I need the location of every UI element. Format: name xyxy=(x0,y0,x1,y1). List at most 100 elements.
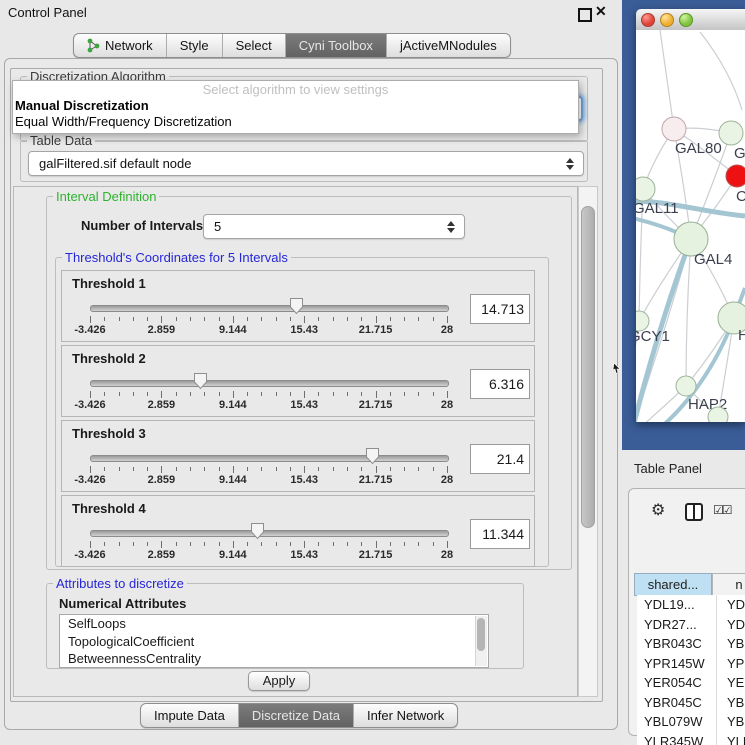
tick-mark xyxy=(361,317,362,321)
table-row[interactable]: YBL079WYBL0 xyxy=(637,712,745,732)
table-row[interactable]: YLR345WYLR3 xyxy=(637,732,745,745)
tab-jactivemnodules-label: jActiveMNodules xyxy=(400,34,497,57)
table-row[interactable]: YER054CYER0 xyxy=(637,673,745,693)
cell-shared-name: YLR345W xyxy=(637,732,719,745)
tick-mark xyxy=(219,317,220,321)
network-node-c[interactable] xyxy=(726,165,745,187)
table-rows[interactable]: YDL19...YDL1YDR27...YDR2YBR043CYBR0YPR14… xyxy=(637,595,745,745)
tick-mark xyxy=(433,392,434,396)
scrollbar-thumb[interactable] xyxy=(581,206,595,528)
vertical-scrollbar[interactable] xyxy=(578,186,598,697)
tab-discretize-data-label: Discretize Data xyxy=(252,704,340,727)
table-row[interactable]: YDL19...YDL1 xyxy=(637,595,745,615)
thresholds-group-title: Threshold's Coordinates for 5 Intervals xyxy=(62,250,291,265)
select-columns-icon[interactable]: ☑☑ xyxy=(713,503,731,517)
tab-cyni-toolbox[interactable]: Cyni Toolbox xyxy=(285,34,386,57)
slider-track[interactable] xyxy=(90,455,449,462)
attribute-list-item[interactable]: BetweennessCentrality xyxy=(60,650,488,668)
tick-label: 15.43 xyxy=(274,324,334,336)
cell-name: YBL0 xyxy=(719,712,745,732)
tab-select[interactable]: Select xyxy=(222,34,285,57)
network-node[interactable] xyxy=(708,407,728,422)
minimize-traffic-light[interactable] xyxy=(660,13,674,27)
table-row[interactable]: YPR145WYPR1 xyxy=(637,654,745,674)
tab-infer-network[interactable]: Infer Network xyxy=(353,704,457,727)
tick-mark xyxy=(161,316,162,323)
table-panel-box: ⚙ ☑☑ shared... n YDL19...YDL1YDR27...YDR… xyxy=(628,488,745,736)
cell-shared-name: YDR27... xyxy=(637,615,719,635)
network-node-gal80[interactable] xyxy=(662,117,686,141)
network-node-ga[interactable] xyxy=(719,121,743,145)
slider-thumb[interactable] xyxy=(289,297,304,315)
tick-mark xyxy=(261,542,262,546)
threshold-value-field[interactable]: 21.4 xyxy=(470,444,530,474)
network-edge[interactable] xyxy=(700,32,742,110)
tab-style[interactable]: Style xyxy=(166,34,222,57)
slider-thumb[interactable] xyxy=(250,522,265,540)
tick-mark xyxy=(261,317,262,321)
tick-mark xyxy=(119,467,120,471)
slider-track[interactable] xyxy=(90,305,449,312)
network-window-titlebar[interactable] xyxy=(636,9,745,31)
tick-mark xyxy=(376,466,377,473)
apply-button[interactable]: Apply xyxy=(248,671,310,691)
tick-mark xyxy=(433,542,434,546)
tab-impute-data[interactable]: Impute Data xyxy=(141,704,238,727)
tick-mark xyxy=(361,542,362,546)
num-intervals-label: Number of Intervals xyxy=(81,218,203,233)
algorithm-option-equal-width[interactable]: Equal Width/Frequency Discretization xyxy=(13,114,578,130)
attribute-list-item[interactable]: TopologicalCoefficient xyxy=(60,633,488,651)
combo-arrows-icon xyxy=(565,157,574,171)
slider-thumb[interactable] xyxy=(193,372,208,390)
tick-label: 15.43 xyxy=(274,549,334,561)
tick-mark xyxy=(290,392,291,396)
tab-network[interactable]: Network xyxy=(74,34,166,57)
slider-thumb[interactable] xyxy=(365,447,380,465)
tick-mark xyxy=(447,316,448,323)
tick-mark xyxy=(390,317,391,321)
network-canvas[interactable]: GAL80GACGAL11GAL4GCY1HAHAP2 xyxy=(636,30,745,422)
slider-track[interactable] xyxy=(90,530,449,537)
tick-label: 21.715 xyxy=(346,324,406,336)
tick-mark xyxy=(161,466,162,473)
tick-mark xyxy=(247,317,248,321)
close-icon[interactable]: ✕ xyxy=(595,3,607,20)
network-node-hap2[interactable] xyxy=(676,376,696,396)
column-header-shared-name[interactable]: shared... xyxy=(634,573,712,596)
tick-mark xyxy=(333,317,334,321)
split-columns-icon[interactable] xyxy=(685,503,703,521)
tick-mark xyxy=(290,542,291,546)
tick-label: 9.144 xyxy=(203,549,263,561)
combo-arrows-icon xyxy=(446,220,455,234)
threshold-value-field[interactable]: 6.316 xyxy=(470,369,530,399)
attribute-list-item[interactable]: SelfLoops xyxy=(60,615,488,633)
float-window-icon[interactable] xyxy=(578,8,592,22)
table-data-combobox[interactable]: galFiltered.sif default node xyxy=(28,151,584,176)
tab-discretize-data[interactable]: Discretize Data xyxy=(238,704,353,727)
table-data-group-title: Table Data xyxy=(27,133,95,148)
network-edge[interactable] xyxy=(686,239,691,386)
list-scrollbar[interactable] xyxy=(475,616,487,666)
tick-mark xyxy=(390,542,391,546)
cell-shared-name: YBR045C xyxy=(637,693,719,713)
table-row[interactable]: YBR043CYBR0 xyxy=(637,634,745,654)
table-row[interactable]: YBR045CYBR0 xyxy=(637,693,745,713)
network-node-gal11[interactable] xyxy=(636,177,655,201)
zoom-traffic-light[interactable] xyxy=(679,13,693,27)
slider-track[interactable] xyxy=(90,380,449,387)
list-scrollbar-thumb[interactable] xyxy=(477,618,485,651)
close-traffic-light[interactable] xyxy=(641,13,655,27)
threshold-value-field[interactable]: 11.344 xyxy=(470,519,530,549)
settings-gear-icon[interactable]: ⚙ xyxy=(651,500,665,519)
tick-mark xyxy=(147,317,148,321)
threshold-value-field[interactable]: 14.713 xyxy=(470,294,530,324)
num-intervals-combobox[interactable]: 5 xyxy=(203,214,465,239)
table-row[interactable]: YDR27...YDR2 xyxy=(637,615,745,635)
tab-jactivemnodules[interactable]: jActiveMNodules xyxy=(386,34,510,57)
numerical-attributes-list[interactable]: SelfLoopsTopologicalCoefficientBetweenne… xyxy=(59,614,489,668)
algorithm-option-manual[interactable]: Manual Discretization xyxy=(13,98,578,114)
algorithm-hint-option[interactable]: Select algorithm to view settings xyxy=(13,81,578,98)
tick-label: 28 xyxy=(417,399,477,411)
column-header-name[interactable]: n xyxy=(712,573,745,596)
network-edge[interactable] xyxy=(660,30,674,129)
